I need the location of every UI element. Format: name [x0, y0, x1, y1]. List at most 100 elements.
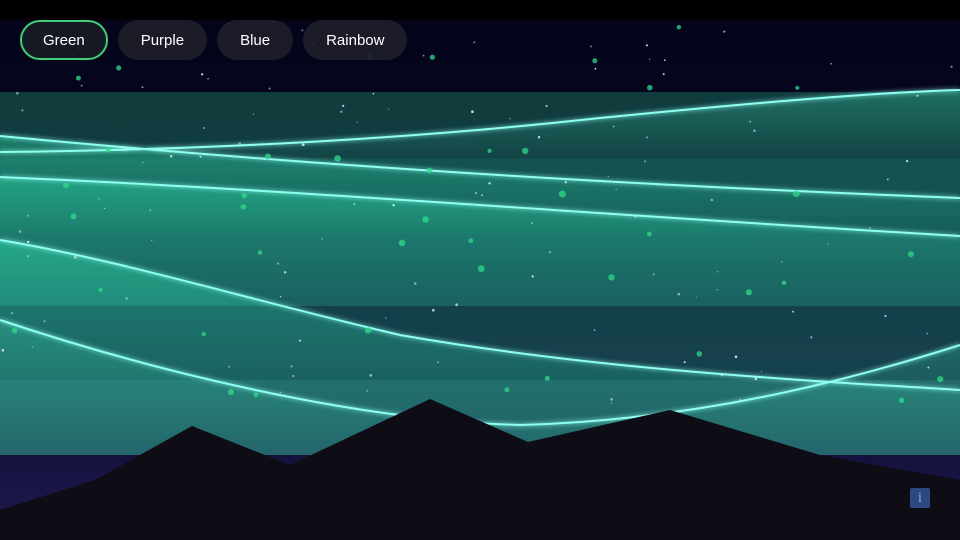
star — [645, 44, 649, 47]
star — [75, 75, 81, 81]
star — [369, 374, 373, 377]
star — [279, 296, 282, 298]
star — [207, 78, 209, 80]
star — [21, 109, 24, 112]
star — [545, 104, 548, 108]
star — [615, 188, 617, 191]
star — [104, 207, 106, 209]
aurora-stage: Green Purple Blue Rainbow i — [0, 0, 960, 540]
star — [342, 104, 345, 107]
star — [474, 192, 477, 195]
star — [264, 153, 271, 160]
star — [169, 154, 173, 158]
purple-theme-button[interactable]: Purple — [117, 20, 208, 60]
star — [123, 147, 127, 151]
star — [792, 310, 795, 313]
star — [477, 265, 485, 273]
star — [677, 292, 681, 296]
star — [238, 142, 242, 145]
star — [781, 261, 783, 263]
star — [264, 158, 266, 161]
star — [644, 160, 647, 163]
star — [199, 155, 202, 158]
star — [398, 239, 406, 247]
star — [723, 30, 726, 33]
star — [290, 365, 293, 368]
star — [544, 375, 550, 381]
star — [63, 182, 69, 189]
star — [70, 213, 77, 220]
rainbow-theme-button[interactable]: Rainbow — [303, 20, 408, 60]
star — [257, 250, 263, 255]
star — [754, 377, 758, 381]
info-button[interactable]: i — [910, 488, 930, 508]
star — [116, 65, 122, 71]
star — [372, 92, 375, 95]
star — [125, 297, 128, 300]
star — [504, 387, 510, 393]
info-icon: i — [917, 489, 923, 506]
star — [792, 190, 800, 198]
star — [795, 85, 800, 90]
star — [488, 182, 491, 185]
star — [753, 188, 756, 191]
star — [151, 239, 153, 242]
star — [432, 308, 435, 312]
star — [292, 375, 295, 377]
star — [27, 255, 30, 258]
star — [253, 392, 259, 398]
star — [720, 374, 723, 377]
star — [98, 198, 100, 200]
star — [422, 54, 425, 57]
star — [734, 355, 738, 359]
star — [907, 251, 914, 258]
star — [522, 147, 529, 155]
star — [950, 65, 953, 68]
star — [781, 280, 787, 286]
star — [664, 59, 666, 61]
star — [27, 240, 30, 244]
star — [385, 317, 387, 319]
star — [594, 67, 597, 70]
star — [647, 84, 653, 91]
star — [760, 370, 763, 373]
star — [392, 204, 395, 207]
star — [353, 203, 356, 206]
star — [388, 108, 390, 110]
star — [105, 147, 111, 153]
star — [531, 275, 534, 278]
star — [647, 231, 652, 237]
star — [886, 178, 889, 181]
star — [16, 91, 19, 95]
star — [298, 339, 301, 342]
star — [11, 328, 18, 334]
star — [695, 296, 697, 298]
star — [612, 125, 615, 128]
star — [710, 198, 714, 202]
star — [696, 351, 703, 357]
star — [366, 390, 368, 392]
star — [716, 271, 719, 273]
star — [487, 148, 492, 153]
blue-theme-button[interactable]: Blue — [217, 20, 294, 60]
star — [364, 327, 372, 334]
green-theme-button[interactable]: Green — [20, 20, 108, 60]
star — [537, 136, 541, 139]
star — [473, 41, 476, 44]
star — [141, 86, 144, 89]
star — [869, 227, 871, 229]
aurora-scene — [0, 20, 960, 540]
star — [607, 175, 609, 178]
star — [916, 94, 919, 97]
star — [608, 274, 615, 281]
color-theme-controls: Green Purple Blue Rainbow — [20, 20, 408, 60]
star — [201, 73, 204, 76]
star — [43, 320, 46, 322]
star — [321, 238, 323, 240]
star — [548, 251, 552, 254]
star — [31, 346, 34, 348]
star — [646, 136, 648, 139]
star — [884, 315, 887, 317]
star — [98, 287, 103, 293]
star — [716, 289, 718, 291]
